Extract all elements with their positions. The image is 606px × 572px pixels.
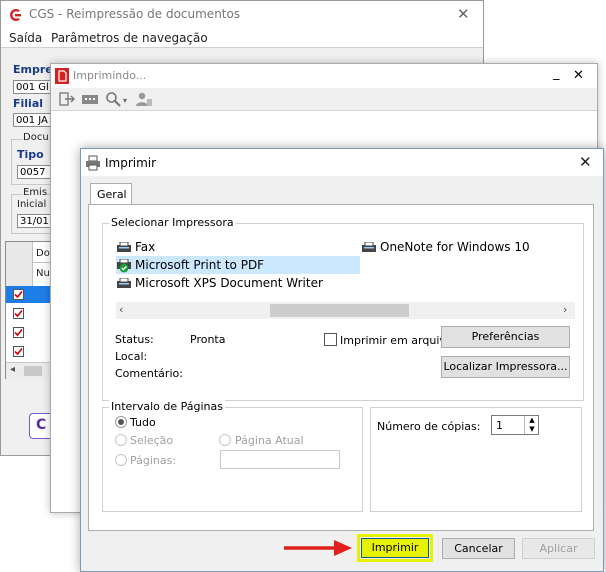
printer-icon <box>361 241 377 254</box>
range-current-label: Página Atual <box>235 434 304 447</box>
printer-item-xps[interactable]: Microsoft XPS Document Writer <box>116 274 323 292</box>
printer-title-icon <box>85 155 101 171</box>
cgs-titlebar: CGS - Reimpressão de documentos ✕ <box>1 1 483 29</box>
cgs-menubar: Saída Parâmetros de navegação <box>1 29 483 47</box>
select-printer-legend: Selecionar Impressora <box>109 216 236 229</box>
grid-row-checkbox[interactable] <box>13 346 24 357</box>
scroll-thumb[interactable] <box>24 366 42 376</box>
scroll-left-icon[interactable]: ◂ <box>10 364 15 375</box>
range-all-radio[interactable] <box>115 416 127 428</box>
export-icon[interactable] <box>59 91 75 107</box>
copies-label: Número de cópias: <box>377 420 481 433</box>
grid-header-doc: Do <box>36 248 50 259</box>
range-selection-label: Seleção <box>130 434 174 447</box>
print-to-file-checkbox[interactable] <box>324 333 337 346</box>
imprimindo-title: Imprimindo... <box>73 69 147 82</box>
pages-input[interactable] <box>220 450 340 469</box>
documento-legend: Docu <box>23 132 49 143</box>
printer-name-pdf: Microsoft Print to PDF <box>135 258 265 272</box>
user-print-icon[interactable] <box>135 91 153 107</box>
tab-geral[interactable]: Geral <box>90 183 132 205</box>
print-dialog-title: Imprimir <box>105 156 157 170</box>
page-setup-icon[interactable] <box>81 91 99 107</box>
imprimindo-minimize-icon[interactable]: _ <box>553 66 560 81</box>
filial-field[interactable]: 001 JA <box>13 113 53 127</box>
print-dialog-titlebar: Imprimir ✕ <box>81 149 603 176</box>
imprimindo-app-icon <box>55 68 69 84</box>
scroll-left-icon[interactable]: ‹ <box>119 303 123 316</box>
printer-item-onenote[interactable]: OneNote for Windows 10 <box>361 238 530 256</box>
find-printer-button[interactable]: Localizar Impressora... <box>441 356 570 378</box>
cgs-action-icon: C <box>36 417 47 433</box>
grid-row-checkbox[interactable] <box>13 327 24 338</box>
range-selection-radio[interactable] <box>115 434 127 446</box>
grid-header-divider <box>32 262 52 263</box>
printer-name-fax: Fax <box>135 240 156 254</box>
copies-down-icon[interactable]: ▼ <box>524 425 539 434</box>
empresa-label: Empre <box>13 63 53 76</box>
cancel-button[interactable]: Cancelar <box>442 538 515 559</box>
range-pages-label: Páginas: <box>130 454 177 467</box>
cgs-menu-divider <box>1 47 483 48</box>
printer-item-pdf[interactable]: Microsoft Print to PDF <box>116 256 360 274</box>
imprimindo-toolbar: ▾ <box>51 88 597 111</box>
status-value: Pronta <box>190 333 226 346</box>
printer-item-fax[interactable]: Fax <box>116 238 155 256</box>
cgs-logo-icon <box>7 7 23 23</box>
grid-row-checkbox[interactable] <box>13 308 24 319</box>
print-to-file-label: Imprimir em arquivo <box>340 334 453 347</box>
printer-icon <box>116 277 132 290</box>
local-label: Local: <box>115 350 148 363</box>
cgs-close-icon[interactable]: ✕ <box>457 5 470 23</box>
grid-hscrollbar[interactable]: ◂ <box>6 362 50 379</box>
preferences-button[interactable]: Preferências <box>441 326 570 348</box>
menu-parametros-navegacao[interactable]: Parâmetros de navegação <box>51 31 208 45</box>
default-printer-icon <box>116 258 132 273</box>
imprimindo-titlebar: Imprimindo... _ ✕ <box>51 64 597 88</box>
documents-grid: Do Nu ◂ <box>5 241 52 379</box>
cgs-window-title: CGS - Reimpressão de documentos <box>29 7 241 21</box>
print-dialog-close-icon[interactable]: ✕ <box>579 153 592 171</box>
zoom-icon[interactable] <box>105 91 121 107</box>
apply-button[interactable]: Aplicar <box>522 538 595 559</box>
printer-name-xps: Microsoft XPS Document Writer <box>135 276 323 290</box>
grid-row-checkbox[interactable] <box>13 289 24 300</box>
tab-geral-panel: Selecionar Impressora Fax Microsoft Prin… <box>88 204 594 531</box>
page-range-legend: Intervalo de Páginas <box>109 400 225 413</box>
range-pages-radio[interactable] <box>115 454 127 466</box>
scroll-thumb[interactable] <box>270 304 409 317</box>
tipo-field[interactable]: 0057 <box>17 165 53 179</box>
print-dialog: Imprimir ✕ Geral Selecionar Impressora F… <box>80 148 604 572</box>
inicial-field[interactable]: 31/01 <box>17 214 53 228</box>
fax-printer-icon <box>116 241 132 254</box>
zoom-dropdown-icon[interactable]: ▾ <box>123 96 127 105</box>
menu-saida[interactable]: Saída <box>9 31 42 45</box>
imprimindo-close-icon[interactable]: ✕ <box>573 68 584 83</box>
copies-stepper[interactable]: 1 ▲ ▼ <box>491 415 539 435</box>
status-label: Status: <box>115 333 154 346</box>
print-button[interactable]: Imprimir <box>361 538 429 558</box>
emissao-legend: Emis <box>23 187 48 198</box>
copies-up-icon[interactable]: ▲ <box>524 416 539 425</box>
tipo-label: Tipo <box>17 148 44 161</box>
grid-header-num: Nu <box>36 268 50 279</box>
comment-label: Comentário: <box>115 367 183 380</box>
printer-name-onenote: OneNote for Windows 10 <box>380 240 530 254</box>
inicial-label: Inicial <box>17 199 47 210</box>
printer-list: Fax Microsoft Print to PDF Microsoft XPS… <box>116 238 575 334</box>
scroll-right-icon[interactable]: › <box>563 303 567 316</box>
filial-label: Filial <box>13 97 44 110</box>
empresa-field[interactable]: 001 Gl <box>13 80 53 94</box>
red-arrow-icon <box>282 537 354 559</box>
range-current-radio[interactable] <box>219 434 231 446</box>
printer-list-hscrollbar[interactable]: ‹ › <box>116 302 575 319</box>
grid-header-corner <box>6 242 33 286</box>
range-all-label: Tudo <box>130 416 156 429</box>
copies-value: 1 <box>496 419 503 432</box>
